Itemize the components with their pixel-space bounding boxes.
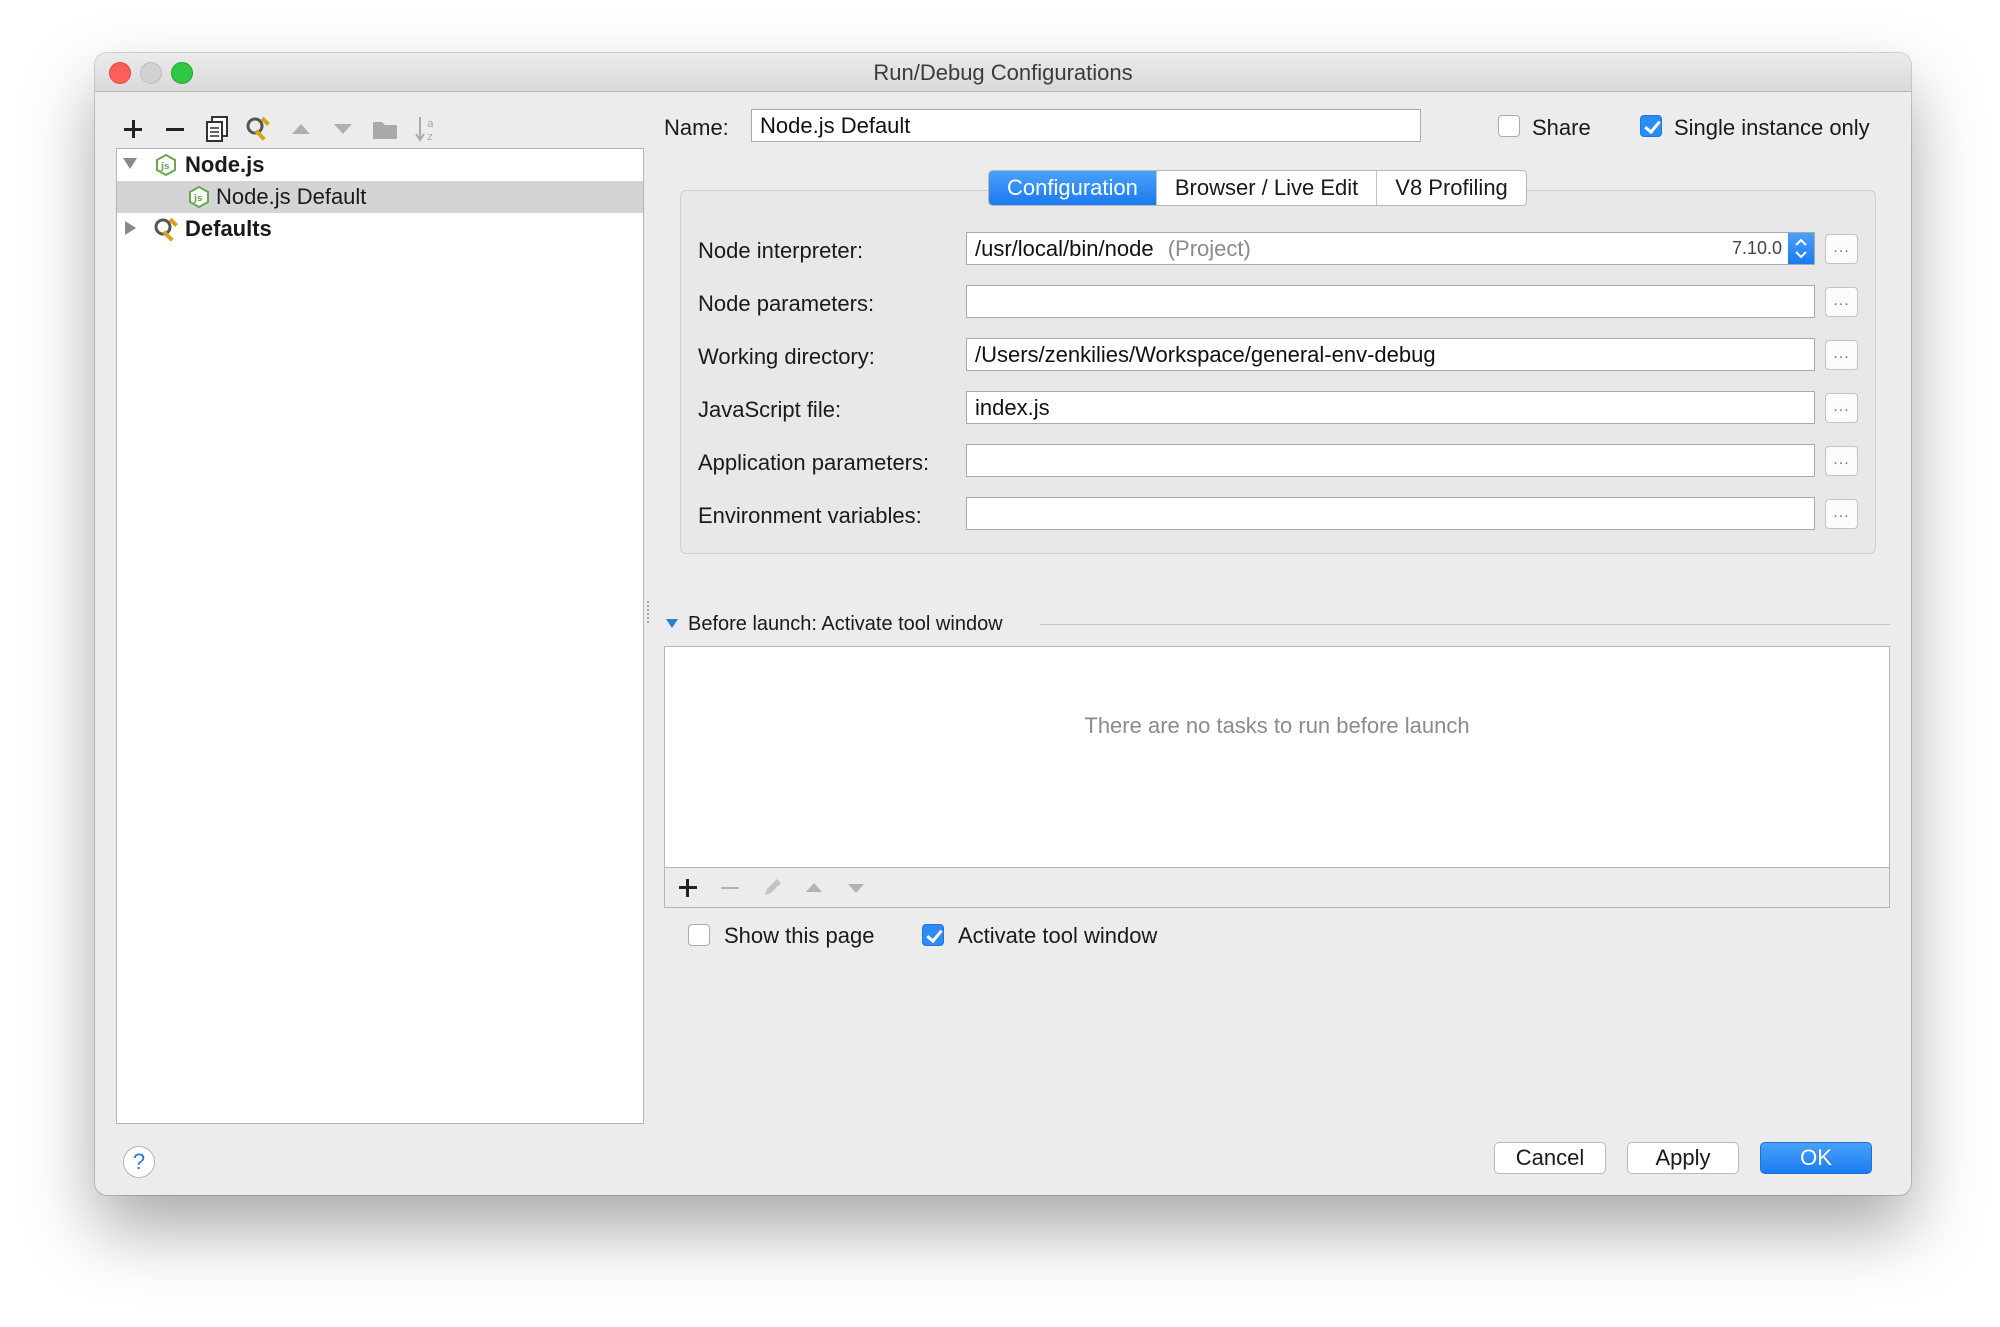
show-page-checkbox[interactable] [688,924,710,946]
tab-browser-live-edit[interactable]: Browser / Live Edit [1157,171,1378,205]
folder-icon [373,122,397,139]
environment-variables-label: Environment variables: [698,503,922,528]
help-button[interactable]: ? [123,1146,155,1178]
tasks-toolbar [664,867,1890,908]
remove-task-button[interactable] [716,874,744,902]
node-parameters-input[interactable] [966,285,1815,318]
tree-item-defaults[interactable]: Defaults [117,213,643,245]
move-up-button[interactable] [285,113,317,145]
svg-text:z: z [427,130,433,143]
cancel-button[interactable]: Cancel [1494,1142,1606,1174]
remove-configuration-button[interactable] [159,113,191,145]
pencil-icon [765,879,781,895]
move-task-down-button[interactable] [842,874,870,902]
tree-item-label: Node.js Default [216,184,367,209]
title-bar: Run/Debug Configurations [95,53,1911,92]
splitter-handle[interactable] [647,601,655,623]
nodejs-icon: js [156,154,176,176]
tree-item-nodejs-default[interactable]: js Node.js Default [117,181,643,213]
section-divider [1040,624,1890,625]
sort-button[interactable]: a z [411,113,443,145]
add-configuration-button[interactable] [117,113,149,145]
ok-button[interactable]: OK [1760,1142,1872,1174]
expanded-arrow-icon [123,158,137,169]
run-debug-dialog: Run/Debug Configurations a z js Node.js … [95,53,1911,1195]
config-tabs: Configuration Browser / Live Edit V8 Pro… [988,170,1527,206]
minus-icon [721,887,739,889]
node-version: 7.10.0 [1731,238,1782,258]
wrench-icon [246,116,270,141]
environment-variables-browse-button[interactable]: ... [1825,499,1858,529]
sort-az-icon: a z [415,117,434,143]
node-parameters-label: Node parameters: [698,291,875,316]
tab-configuration[interactable]: Configuration [989,171,1157,205]
activate-tool-window-label: Activate tool window [958,923,1158,948]
application-parameters-browse-button[interactable]: ... [1825,446,1858,476]
edit-defaults-button[interactable] [243,113,275,145]
javascript-file-input[interactable]: index.js [966,391,1815,424]
share-label: Share [1532,115,1591,140]
arrow-down-icon [848,884,864,893]
node-interpreter-hint: (Project) [1167,236,1251,261]
share-checkbox[interactable] [1498,115,1520,137]
svg-text:js: js [160,162,169,172]
before-launch-header: Before launch: Activate tool window [688,613,1003,635]
window-title: Run/Debug Configurations [873,60,1133,85]
svg-text:a: a [427,117,434,130]
activate-tool-window-checkbox[interactable] [922,924,944,946]
tree-item-label: Node.js [185,152,265,177]
node-interpreter-select[interactable]: /usr/local/bin/node (Project) 7.10.0 [966,232,1815,265]
working-directory-label: Working directory: [698,344,875,369]
collapse-arrow-icon[interactable] [666,619,678,629]
working-directory-input[interactable]: /Users/zenkilies/Workspace/general-env-d… [966,338,1815,371]
empty-tasks-text: There are no tasks to run before launch [1084,713,1470,738]
javascript-file-label: JavaScript file: [698,397,842,422]
copy-icon [206,116,228,142]
application-parameters-label: Application parameters: [698,450,930,475]
node-interpreter-label: Node interpreter: [698,238,864,263]
node-interpreter-browse-button[interactable]: ... [1825,234,1858,264]
tab-v8-profiling[interactable]: V8 Profiling [1377,171,1526,205]
tree-item-nodejs[interactable]: js Node.js [117,149,643,181]
edit-task-button[interactable] [758,874,786,902]
javascript-file-browse-button[interactable]: ... [1825,393,1858,423]
dropdown-stepper-icon[interactable] [1788,233,1814,264]
tree-item-label: Defaults [185,216,272,241]
collapsed-arrow-icon [125,221,136,235]
arrow-up-icon [806,883,822,892]
configuration-tree[interactable]: js Node.js js Node.js Default Defaults [116,148,644,1124]
working-directory-browse-button[interactable]: ... [1825,340,1858,370]
plus-icon [124,120,142,138]
environment-variables-input[interactable] [966,497,1815,530]
name-label: Name: [664,115,729,140]
add-task-button[interactable] [674,874,702,902]
wrench-icon [154,217,178,242]
name-input[interactable]: Node.js Default [751,109,1421,142]
svg-text:js: js [193,194,202,204]
create-folder-button[interactable] [369,113,401,145]
arrow-up-icon [292,124,310,134]
single-instance-label: Single instance only [1674,115,1870,140]
nodejs-icon: js [189,186,209,208]
copy-configuration-button[interactable] [201,113,233,145]
minus-icon [166,128,184,131]
node-interpreter-path: /usr/local/bin/node [975,236,1154,261]
move-down-button[interactable] [327,113,359,145]
show-page-label: Show this page [724,923,875,948]
move-task-up-button[interactable] [800,874,828,902]
node-parameters-browse-button[interactable]: ... [1825,287,1858,317]
application-parameters-input[interactable] [966,444,1815,477]
apply-button[interactable]: Apply [1627,1142,1739,1174]
arrow-down-icon [334,124,352,134]
single-instance-checkbox[interactable] [1640,115,1662,137]
plus-icon [679,879,697,897]
